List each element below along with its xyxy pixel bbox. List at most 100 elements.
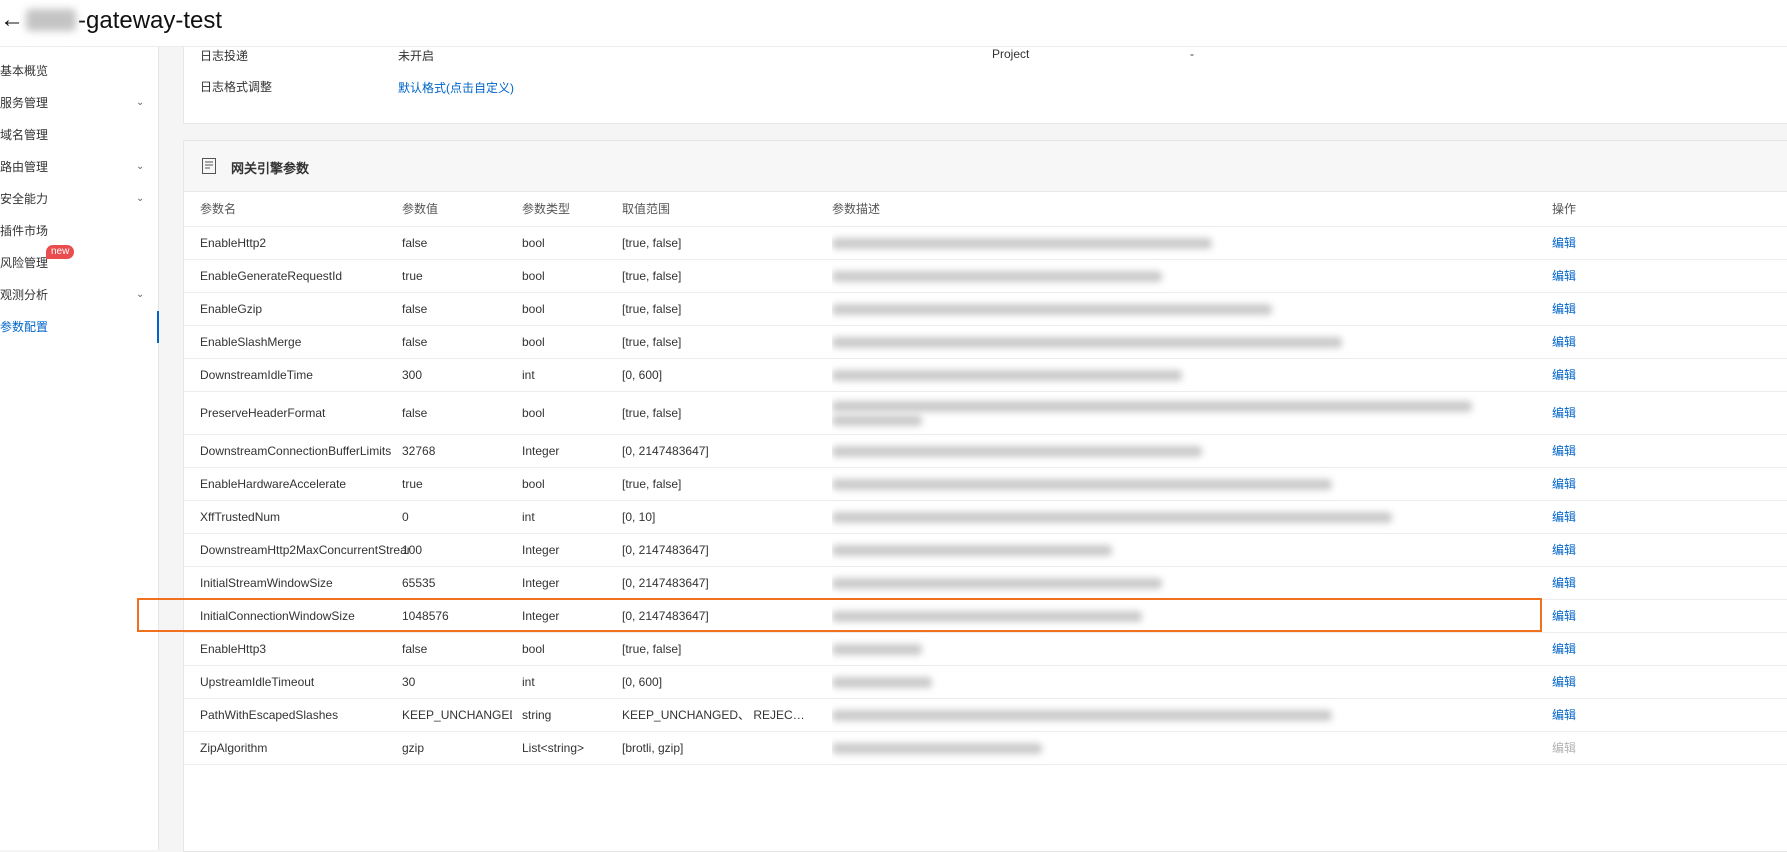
param-value: gzip bbox=[402, 741, 425, 755]
chevron-down-icon: ⌄ bbox=[136, 193, 145, 204]
sidebar-item-service-management[interactable]: 服务管理 ⌄ bbox=[0, 87, 158, 119]
sidebar-item-plugin-market[interactable]: 插件市场 bbox=[0, 215, 158, 247]
sidebar-nav: 基本概览 服务管理 ⌄ 域名管理 路由管理 ⌄ 安全能力 ⌄ 插件市场 风险管理 new… bbox=[0, 47, 159, 850]
sidebar-item-security[interactable]: 安全能力 ⌄ bbox=[0, 183, 158, 215]
param-value: false bbox=[402, 642, 428, 656]
table-row: InitialStreamWindowSize 65535 Integer [0, 2… bbox=[184, 567, 1787, 600]
new-badge: new bbox=[46, 245, 75, 259]
sidebar-item-overview[interactable]: 基本概览 bbox=[0, 55, 158, 87]
redacted-gateway-prefix bbox=[26, 9, 76, 31]
param-value: KEEP_UNCHANGED bbox=[402, 708, 512, 722]
back-arrow-icon[interactable]: ← bbox=[0, 8, 24, 32]
param-type: Integer bbox=[522, 444, 560, 458]
edit-button[interactable]: 编辑 bbox=[1552, 699, 1576, 731]
redacted-text bbox=[832, 478, 1332, 490]
param-range: [true, false] bbox=[622, 477, 682, 491]
param-value: 300 bbox=[402, 368, 423, 382]
sidebar-item-label: 基本概览 bbox=[0, 64, 49, 78]
table-row: EnableGzip false bool [true, false] 编辑 bbox=[184, 293, 1787, 326]
table-row: DownstreamHttp2MaxConcurrentStream 100 Int… bbox=[184, 534, 1787, 567]
param-description-redacted bbox=[832, 600, 1732, 632]
param-name: DownstreamHttp2MaxConcurrentStream bbox=[200, 543, 410, 557]
edit-button[interactable]: 编辑 bbox=[1552, 567, 1576, 599]
sidebar-item-observability[interactable]: 观测分析 ⌄ bbox=[0, 279, 158, 311]
document-icon bbox=[202, 158, 216, 174]
param-range: [0, 2147483647] bbox=[622, 576, 709, 590]
param-value: false bbox=[402, 406, 428, 420]
edit-button[interactable]: 编辑 bbox=[1552, 666, 1576, 698]
edit-button[interactable]: 编辑 bbox=[1552, 633, 1576, 665]
param-type: bool bbox=[522, 236, 545, 250]
edit-button[interactable]: 编辑 bbox=[1552, 501, 1576, 533]
param-value: true bbox=[402, 477, 423, 491]
redacted-text bbox=[832, 577, 1162, 589]
param-range: [true, false] bbox=[622, 642, 682, 656]
edit-button[interactable]: 编辑 bbox=[1552, 468, 1576, 500]
log-format-link[interactable]: 默认格式(点击自定义) bbox=[398, 79, 514, 96]
param-value: 30 bbox=[402, 675, 416, 689]
edit-button[interactable]: 编辑 bbox=[1552, 600, 1576, 632]
sidebar-item-domain-management[interactable]: 域名管理 bbox=[0, 119, 158, 151]
redacted-text bbox=[832, 270, 1162, 282]
edit-button[interactable]: 编辑 bbox=[1552, 326, 1576, 358]
param-description-redacted bbox=[832, 227, 1732, 259]
params-table: 参数名 参数值 参数类型 取值范围 参数描述 操作 EnableHttp2 fal… bbox=[184, 192, 1787, 765]
param-type: bool bbox=[522, 269, 545, 283]
param-description-redacted bbox=[832, 501, 1732, 533]
param-value: false bbox=[402, 236, 428, 250]
edit-button[interactable]: 编辑 bbox=[1552, 293, 1576, 325]
table-row: PreserveHeaderFormat false bool [true, fals… bbox=[184, 392, 1787, 435]
card-header: 网关引擎参数 bbox=[184, 141, 1787, 192]
sidebar-item-label: 路由管理 bbox=[0, 160, 49, 174]
edit-button[interactable]: 编辑 bbox=[1552, 227, 1576, 259]
redacted-text bbox=[832, 415, 922, 426]
sidebar-item-label: 服务管理 bbox=[0, 96, 49, 110]
param-value: 100 bbox=[402, 543, 423, 557]
param-range: [true, false] bbox=[622, 406, 682, 420]
param-range: [0, 2147483647] bbox=[622, 543, 709, 557]
column-header-range: 取值范围 bbox=[622, 202, 671, 216]
param-description-redacted bbox=[832, 666, 1732, 698]
edit-button[interactable]: 编辑 bbox=[1552, 435, 1576, 467]
param-value: 65535 bbox=[402, 576, 436, 590]
sidebar-item-route-management[interactable]: 路由管理 ⌄ bbox=[0, 151, 158, 183]
gateway-engine-params-card: 网关引擎参数 参数名 参数值 参数类型 取值范围 参数描述 操作 EnableH… bbox=[183, 140, 1787, 852]
param-value: 32768 bbox=[402, 444, 436, 458]
param-type: int bbox=[522, 675, 535, 689]
param-name: InitialStreamWindowSize bbox=[200, 576, 333, 590]
table-header-row: 参数名 参数值 参数类型 取值范围 参数描述 操作 bbox=[184, 192, 1787, 227]
edit-button[interactable]: 编辑 bbox=[1552, 359, 1576, 391]
table-row: XffTrustedNum 0 int [0, 10] 编辑 bbox=[184, 501, 1787, 534]
main-content: 日志投递 未开启 Project - 日志格式调整 默认格式(点击自定义) 网关… bbox=[183, 47, 1787, 852]
table-row: InitialConnectionWindowSize 1048576 Intege… bbox=[184, 600, 1787, 633]
sidebar-item-label: 风险管理 bbox=[0, 256, 49, 270]
param-type: bool bbox=[522, 477, 545, 491]
param-name: EnableGzip bbox=[200, 302, 263, 316]
param-value: 1048576 bbox=[402, 609, 449, 623]
redacted-text bbox=[832, 369, 1182, 381]
redacted-text bbox=[832, 237, 1212, 249]
param-name: EnableHttp2 bbox=[200, 236, 267, 250]
param-description-redacted bbox=[832, 326, 1732, 358]
project-label: Project bbox=[992, 47, 1030, 61]
param-range: [true, false] bbox=[622, 335, 682, 349]
param-range: [0, 600] bbox=[622, 368, 663, 382]
param-type: Integer bbox=[522, 543, 560, 557]
param-type: string bbox=[522, 708, 552, 722]
table-row: EnableHttp2 false bool [true, false] 编辑 bbox=[184, 227, 1787, 260]
sidebar-item-risk-management[interactable]: 风险管理 new bbox=[0, 245, 158, 279]
param-name: PathWithEscapedSlashes bbox=[200, 708, 339, 722]
card-title: 网关引擎参数 bbox=[231, 161, 310, 176]
table-row: PathWithEscapedSlashes KEEP_UNCHANGED stri… bbox=[184, 699, 1787, 732]
param-name: EnableHardwareAccelerate bbox=[200, 477, 347, 491]
param-name: PreserveHeaderFormat bbox=[200, 406, 326, 420]
redacted-text bbox=[832, 336, 1342, 348]
param-name: XffTrustedNum bbox=[200, 510, 281, 524]
edit-button[interactable]: 编辑 bbox=[1552, 392, 1576, 434]
chevron-down-icon: ⌄ bbox=[136, 289, 145, 300]
param-description-redacted bbox=[832, 534, 1732, 566]
sidebar-item-parameter-config[interactable]: 参数配置 bbox=[0, 311, 159, 343]
edit-button[interactable]: 编辑 bbox=[1552, 534, 1576, 566]
param-range: [true, false] bbox=[622, 302, 682, 316]
edit-button[interactable]: 编辑 bbox=[1552, 260, 1576, 292]
